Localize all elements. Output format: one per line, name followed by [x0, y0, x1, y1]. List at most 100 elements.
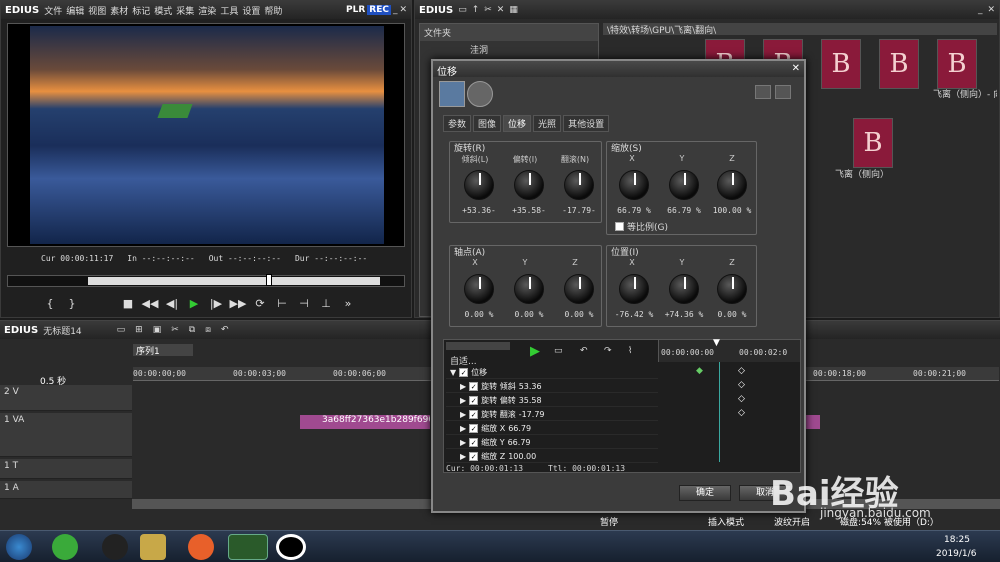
- keyframe-redo-icon[interactable]: ↷: [604, 346, 612, 356]
- tab-transform[interactable]: 位移: [503, 115, 532, 132]
- undo-icon[interactable]: [755, 85, 771, 99]
- qq-icon[interactable]: [102, 534, 128, 560]
- app-360-icon[interactable]: [52, 534, 78, 560]
- pivot-z-knob[interactable]: [564, 274, 594, 304]
- insert-icon[interactable]: ⊢: [273, 295, 291, 311]
- keyframe-row[interactable]: ▶ ✓ 旋转 翻滚 -17.79: [446, 408, 658, 421]
- ok-button[interactable]: 确定: [679, 485, 731, 501]
- step-back-icon[interactable]: ◀|: [163, 295, 181, 311]
- play-icon[interactable]: ▶: [185, 295, 203, 311]
- menu-clip[interactable]: 素材: [110, 7, 128, 17]
- palette-icon[interactable]: [439, 81, 465, 107]
- tab-other[interactable]: 其他设置: [563, 115, 610, 132]
- keyframe-diamond-icon[interactable]: ◇: [738, 380, 745, 390]
- menu-settings[interactable]: 设置: [242, 7, 260, 17]
- keyframe-row[interactable]: ▶ ✓ 缩放 Z 100.00: [446, 450, 658, 463]
- copy-icon[interactable]: ⧉: [189, 325, 195, 335]
- gauge-icon[interactable]: [467, 81, 493, 107]
- keyframe-diamond-icon[interactable]: ◇: [738, 394, 745, 404]
- loop-icon[interactable]: ⟳: [251, 295, 269, 311]
- keyframe-diamond-icon[interactable]: ◇: [738, 408, 745, 418]
- pos-z-knob[interactable]: [717, 274, 747, 304]
- keyframe-row[interactable]: ▶ ✓ 缩放 Y 66.79: [446, 436, 658, 449]
- checkbox[interactable]: ✓: [469, 423, 479, 433]
- menu-file[interactable]: 文件: [44, 7, 62, 17]
- new-icon[interactable]: ▭: [117, 325, 126, 335]
- edius-task-icon[interactable]: [228, 534, 268, 560]
- proportional-checkbox[interactable]: [615, 222, 624, 231]
- keyframe-undo-icon[interactable]: ↶: [580, 346, 588, 356]
- pivot-x-knob[interactable]: [464, 274, 494, 304]
- keyframe-play-icon[interactable]: ▶: [530, 344, 540, 359]
- open-icon[interactable]: ⊞: [135, 325, 143, 335]
- scale-x-knob[interactable]: [619, 170, 649, 200]
- video-clip[interactable]: 3a68ff27363e1b289f6962: [300, 415, 430, 429]
- fast-forward-icon[interactable]: ▶▶: [229, 295, 247, 311]
- step-forward-icon[interactable]: |▶: [207, 295, 225, 311]
- close-icon[interactable]: ✕: [399, 5, 407, 15]
- record-icon[interactable]: [276, 534, 306, 560]
- menu-tools[interactable]: 工具: [220, 7, 238, 17]
- mark-in-icon[interactable]: {: [41, 295, 59, 311]
- start-button-icon[interactable]: [6, 534, 32, 560]
- rewind-icon[interactable]: ◀◀: [141, 295, 159, 311]
- effect-thumb[interactable]: B: [821, 39, 861, 89]
- paste-icon[interactable]: ⧈: [205, 325, 211, 335]
- pivot-y-knob[interactable]: [514, 274, 544, 304]
- keyframe-row[interactable]: ▶ ✓ 缩放 X 66.79: [446, 422, 658, 435]
- up-icon[interactable]: ↑: [472, 5, 480, 15]
- playhead-icon[interactable]: ▼: [713, 338, 720, 348]
- track-header-1va[interactable]: 1 VA: [0, 413, 132, 457]
- tab-lighting[interactable]: 光照: [533, 115, 562, 132]
- checkbox[interactable]: ✓: [469, 395, 479, 405]
- dialog-close-icon[interactable]: ✕: [792, 63, 800, 75]
- checkbox[interactable]: ✓: [469, 437, 479, 447]
- pos-x-knob[interactable]: [619, 274, 649, 304]
- bin-minimize-icon[interactable]: _: [978, 5, 983, 15]
- menu-mode[interactable]: 模式: [154, 7, 172, 17]
- checkbox[interactable]: ✓: [469, 451, 479, 461]
- track-header-1a[interactable]: 1 A: [0, 481, 132, 499]
- scale-z-knob[interactable]: [717, 170, 747, 200]
- cut-icon[interactable]: ✂: [484, 5, 492, 15]
- menu-marker[interactable]: 标记: [132, 7, 150, 17]
- keyframe-ruler[interactable]: 00:00:00:00 00:00:02:0 ▼: [658, 338, 800, 362]
- menu-view[interactable]: 视图: [88, 7, 106, 17]
- delete-icon[interactable]: ✕: [497, 5, 505, 15]
- stop-icon[interactable]: ■: [119, 295, 137, 311]
- undo-icon[interactable]: ↶: [221, 325, 229, 335]
- scrub-handle[interactable]: [266, 274, 272, 286]
- plr-button[interactable]: PLR: [346, 5, 365, 15]
- cut-icon[interactable]: ✂: [171, 325, 179, 335]
- menu-capture[interactable]: 采集: [176, 7, 194, 17]
- proportional-option[interactable]: 等比例(G): [615, 220, 668, 233]
- param-value[interactable]: 35.58: [519, 396, 542, 405]
- effect-thumb[interactable]: B: [853, 118, 893, 168]
- sequence-tab[interactable]: 序列1: [133, 344, 193, 357]
- roll-knob[interactable]: [564, 170, 594, 200]
- tab-params[interactable]: 参数: [443, 115, 472, 132]
- player-scrub-bar[interactable]: [7, 274, 405, 287]
- minimize-icon[interactable]: _: [393, 5, 398, 15]
- menu-edit[interactable]: 编辑: [66, 7, 84, 17]
- track-header-2v[interactable]: 2 V: [0, 385, 132, 411]
- extract-icon[interactable]: ⊥: [317, 295, 335, 311]
- pos-y-knob[interactable]: [669, 274, 699, 304]
- rec-button[interactable]: REC: [367, 5, 391, 15]
- param-value[interactable]: 100.00: [508, 452, 536, 461]
- pan-knob[interactable]: [514, 170, 544, 200]
- effect-thumb[interactable]: B: [879, 39, 919, 89]
- redo-icon[interactable]: [775, 85, 791, 99]
- param-value[interactable]: 66.79: [508, 424, 531, 433]
- keyframe-row[interactable]: ▶ ✓ 旋转 倾斜 53.36: [446, 380, 658, 393]
- tree-item[interactable]: 洼洞: [420, 41, 598, 58]
- explorer-icon[interactable]: [140, 534, 166, 560]
- menu-help[interactable]: 帮助: [264, 7, 282, 17]
- keyframe-zoom-slider[interactable]: [446, 342, 510, 350]
- keyframe-row[interactable]: ▶ ✓ 旋转 偏转 35.58: [446, 394, 658, 407]
- mark-out-icon[interactable]: }: [63, 295, 81, 311]
- param-value[interactable]: 53.36: [519, 382, 542, 391]
- bin-close-icon[interactable]: ✕: [987, 5, 995, 15]
- overwrite-icon[interactable]: ⊣: [295, 295, 313, 311]
- folder-icon[interactable]: ▭: [458, 5, 467, 15]
